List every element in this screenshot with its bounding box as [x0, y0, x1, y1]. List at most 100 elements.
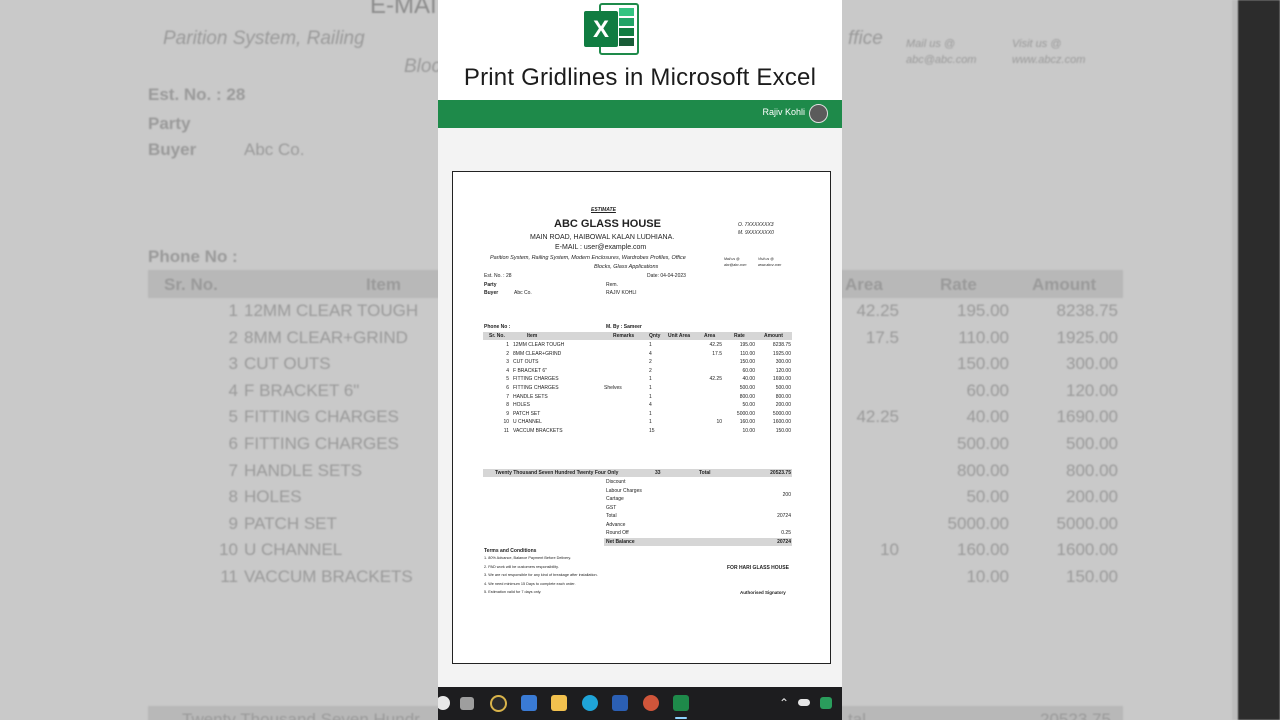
row-item-cell: 8MM CLEAR+GRIND — [513, 350, 562, 357]
header-cell: Sr. No. — [489, 333, 505, 339]
bg-email-fragment: E-MAI — [370, 0, 437, 19]
bg-row-rate: 150.00 — [957, 354, 1009, 374]
powerpoint-icon[interactable] — [643, 695, 659, 711]
estimate-label: ESTIMATE — [591, 207, 616, 213]
ref-label: Rem. — [606, 282, 618, 288]
bg-mail-value: abc@abc.com — [906, 54, 977, 66]
bg-footer-left: Twenty Thousand Seven Hundr — [182, 710, 420, 720]
row-no-cell: 7 — [506, 393, 509, 400]
total-quantity: 33 — [655, 470, 661, 476]
bg-row-no: 7 — [228, 460, 238, 480]
row-amount-cell: 800.00 — [775, 393, 791, 400]
phone-office: O. 7XXXXXXX3 — [738, 222, 774, 228]
row-amount-cell: 300.00 — [775, 359, 791, 366]
company-description-1: Parition System, Railing System, Modern … — [490, 255, 686, 261]
video-title: Print Gridlines in Microsoft Excel — [463, 64, 817, 91]
row-area-cell: 42.25 — [709, 342, 722, 348]
row-amount-cell: 120.00 — [775, 367, 791, 374]
bg-row-rate: 60.00 — [966, 380, 1009, 400]
bg-row-no: 3 — [228, 354, 238, 374]
search-icon[interactable] — [438, 696, 450, 710]
bg-row-no: 8 — [228, 487, 238, 507]
bg-row-rate: 110.00 — [958, 327, 1009, 347]
row-qty-cell: 1 — [649, 410, 652, 417]
terms-item: 1. 80% Advance, Balance Payment Before D… — [484, 556, 572, 560]
row-item-cell: HOLES — [513, 402, 530, 409]
bg-subtitle-right: ffice — [848, 28, 883, 49]
estimate-date: Date: 04-04-2023 — [647, 273, 686, 279]
bg-buyer-value: Abc Co. — [244, 140, 305, 159]
bg-dark-edge — [1238, 0, 1280, 720]
terms-item: 5. Estimation valid for 7 days only. — [484, 590, 542, 594]
bg-row-no: 11 — [220, 567, 238, 586]
row-rate-cell: 160.00 — [739, 419, 755, 426]
bg-row-amount: 150.00 — [1066, 567, 1118, 586]
charge-label: Cartage — [606, 496, 624, 502]
task-view-icon[interactable] — [460, 697, 474, 710]
company-description-2: Blocks, Glass Applications — [594, 264, 659, 270]
bg-row-no: 10 — [219, 540, 238, 560]
bg-row-amount: 5000.00 — [1056, 513, 1118, 533]
bg-visit-label: Visit us @ — [1012, 38, 1062, 50]
charge-label: GST — [606, 504, 617, 511]
terms-item: 2. PAD work will be customers responsibi… — [484, 564, 559, 569]
row-qty-cell: 1 — [649, 376, 652, 383]
row-qty-cell: 1 — [649, 385, 652, 391]
bg-col-item: Item — [366, 275, 401, 294]
terms-item: 4. We need minimum 15 Days to complete e… — [484, 581, 576, 586]
media-player-icon[interactable] — [490, 695, 507, 712]
bg-col-srno: Sr. No. — [164, 275, 218, 294]
excel-logo-icon: X — [584, 3, 639, 55]
bg-visit-value: www.abcz.com — [1012, 54, 1086, 66]
row-amount-cell: 200.00 — [775, 402, 791, 409]
buyer-label: Buyer — [484, 290, 499, 296]
charge-label: Round Off — [606, 530, 629, 536]
row-qty-cell: 2 — [649, 367, 652, 374]
svg-text:X: X — [593, 16, 609, 43]
header-cell: Unit Area — [668, 333, 691, 339]
row-qty-cell: 1 — [649, 342, 652, 348]
row-item-cell: PATCH SET — [513, 410, 541, 417]
party-label: Party — [484, 282, 497, 288]
bg-row-no: 1 — [228, 301, 238, 320]
header-cell: Amount — [764, 333, 783, 339]
row-amount-cell: 1690.00 — [772, 376, 791, 383]
row-rate-cell: 110.00 — [740, 350, 755, 357]
store-icon[interactable] — [521, 695, 537, 711]
row-item-cell: F BRACKET 6" — [513, 367, 547, 374]
bg-row-amount: 1600.00 — [1056, 540, 1118, 560]
row-item-cell: CUT OUTS — [513, 359, 539, 366]
row-qty-cell: 1 — [649, 393, 652, 400]
mail-label: Mail us @ — [724, 257, 740, 261]
buyer-value: Abc Co. — [514, 290, 532, 296]
bg-subtitle-left: Parition System, Railing — [163, 28, 365, 49]
total-label: Total — [699, 470, 711, 476]
phone-label: Phone No : — [484, 324, 511, 330]
video-panel: X Print Gridlines in Microsoft Excel Raj… — [438, 0, 842, 720]
word-icon[interactable] — [612, 695, 628, 711]
row-item-cell: 12MM CLEAR TOUGH — [513, 342, 565, 348]
row-no-cell: 10 — [503, 419, 509, 426]
excel-icon[interactable] — [673, 695, 689, 711]
header-cell: Area — [704, 333, 716, 339]
bg-buyer: Buyer — [148, 140, 197, 159]
bg-row-rate: 500.00 — [957, 434, 1009, 453]
bg-row-amount: 8238.75 — [1056, 301, 1118, 320]
row-item-cell: HANDLE SETS — [513, 393, 548, 400]
estimate-number: Est. No. : 28 — [484, 273, 512, 279]
visit-label: Visit us @ — [758, 257, 774, 261]
mail-value: abc@abc.com — [724, 263, 747, 267]
author-name: Rajiv Kohli — [762, 107, 805, 117]
company-name: ABC GLASS HOUSE — [554, 218, 661, 230]
bg-row-area: 42.25 — [856, 301, 899, 320]
row-no-cell: 8 — [506, 402, 509, 409]
edge-icon[interactable] — [582, 695, 598, 711]
row-amount-cell: 8238.75 — [772, 342, 791, 348]
onedrive-icon[interactable] — [798, 699, 810, 706]
chevron-up-icon[interactable]: ⌃ — [779, 696, 789, 710]
bg-row-rate: 5000.00 — [947, 513, 1009, 533]
bg-phone: Phone No : — [148, 247, 238, 266]
file-explorer-icon[interactable] — [551, 695, 567, 711]
row-no-cell: 4 — [506, 367, 509, 374]
defender-icon[interactable] — [820, 697, 832, 709]
